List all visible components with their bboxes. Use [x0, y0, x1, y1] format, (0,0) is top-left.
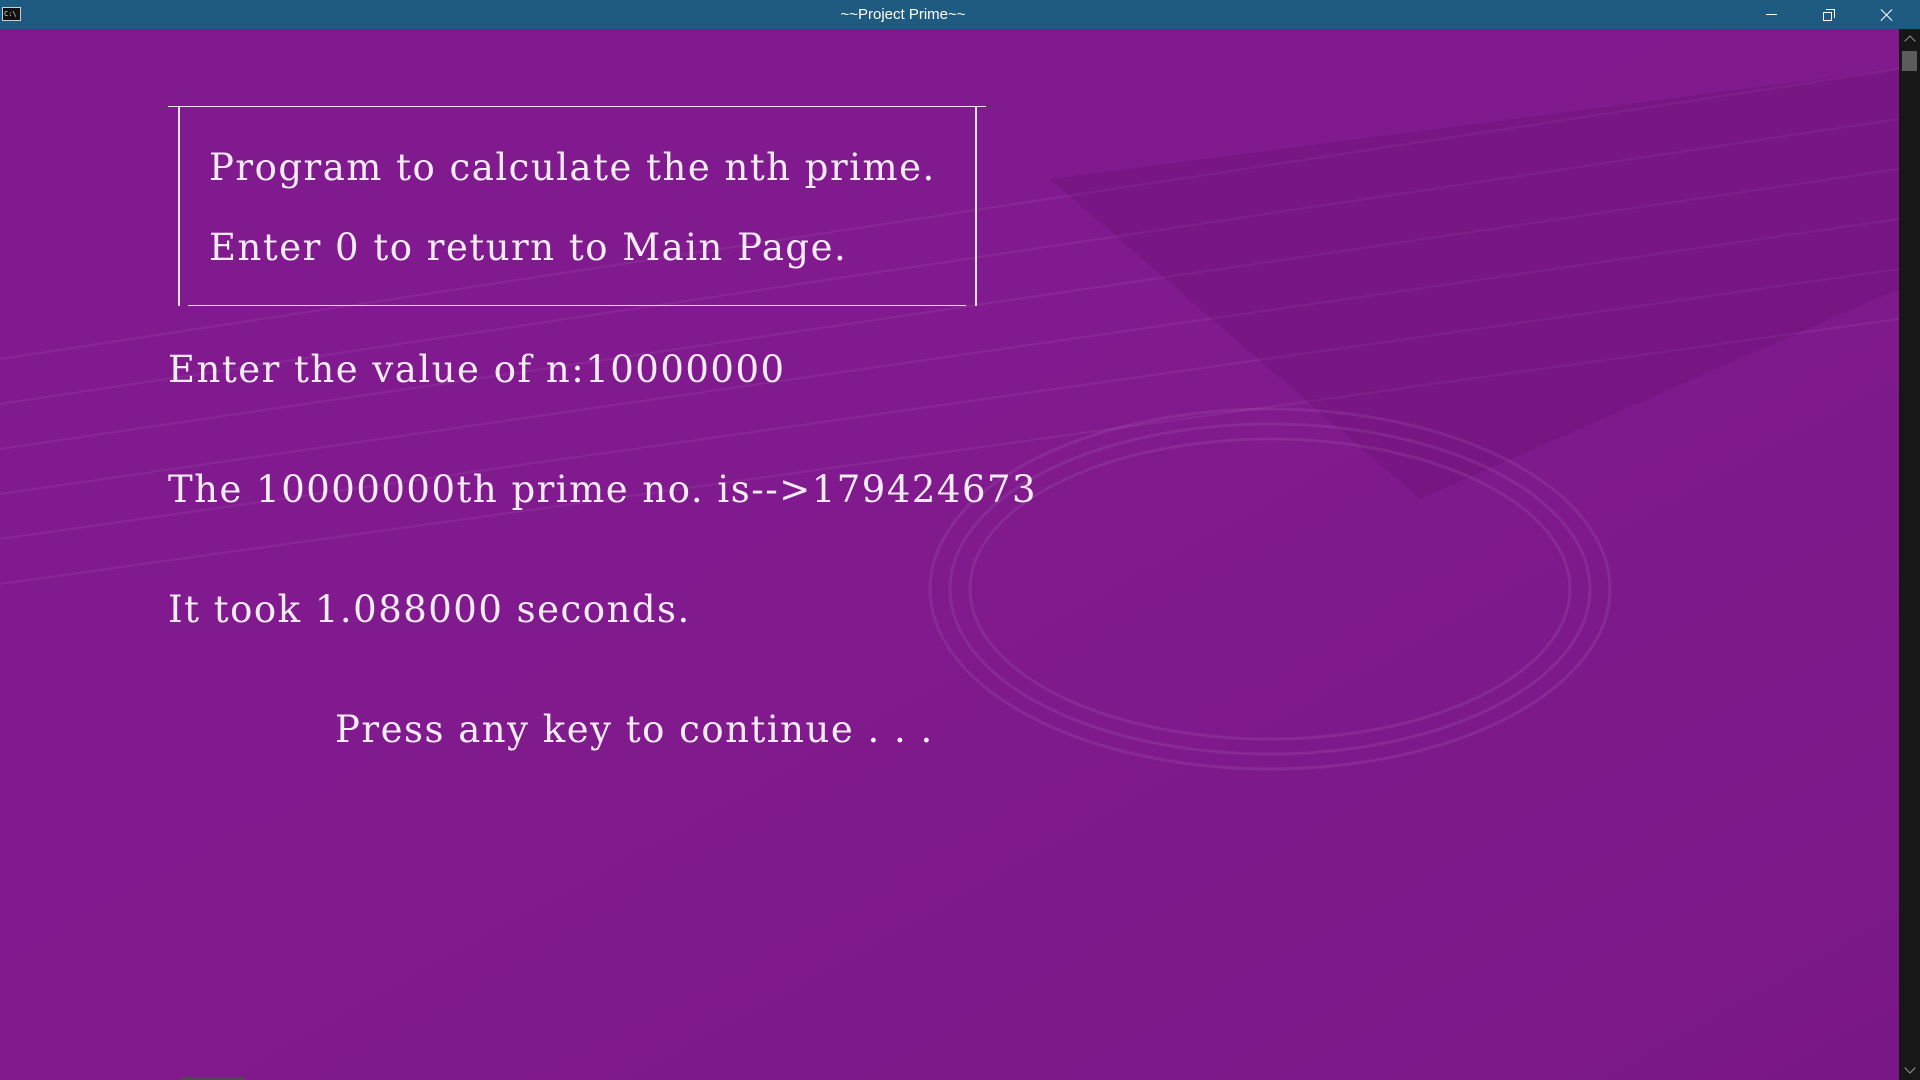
restore-icon	[1823, 8, 1835, 21]
vertical-scrollbar[interactable]	[1899, 29, 1920, 1080]
window-title: ~~Project Prime~~	[840, 6, 966, 23]
banner-top-border	[168, 106, 986, 107]
minimize-button[interactable]	[1742, 0, 1800, 29]
close-icon	[1880, 8, 1894, 22]
console-window: C:\ ~~Project Prime~~ Program to calcula…	[0, 0, 1920, 1080]
continue-prompt-line: Press any key to continue . . .	[335, 708, 934, 751]
scroll-down-button[interactable]	[1899, 1060, 1920, 1080]
result-line: The 10000000th prime no. is-->179424673	[168, 468, 1038, 511]
scroll-up-button[interactable]	[1899, 29, 1920, 49]
close-button[interactable]	[1858, 0, 1916, 29]
console-output-area[interactable]: Program to calculate the nth prime. Ente…	[0, 29, 1899, 1080]
input-prompt-line: Enter the value of n:10000000	[168, 348, 786, 391]
restore-button[interactable]	[1800, 0, 1858, 29]
banner-description: Program to calculate the nth prime.	[209, 146, 936, 189]
scrollbar-thumb[interactable]	[1902, 51, 1917, 71]
banner-instruction: Enter 0 to return to Main Page.	[209, 226, 848, 269]
chevron-down-icon	[1903, 1062, 1916, 1074]
minimize-icon	[1765, 14, 1777, 15]
banner-left-border	[178, 106, 180, 306]
banner-box: Program to calculate the nth prime. Ente…	[168, 106, 986, 306]
banner-right-border	[975, 106, 977, 306]
banner-bottom-border	[188, 305, 966, 306]
title-bar[interactable]: C:\ ~~Project Prime~~	[0, 0, 1920, 29]
timing-line: It took 1.088000 seconds.	[168, 588, 691, 631]
chevron-up-icon	[1903, 35, 1916, 47]
